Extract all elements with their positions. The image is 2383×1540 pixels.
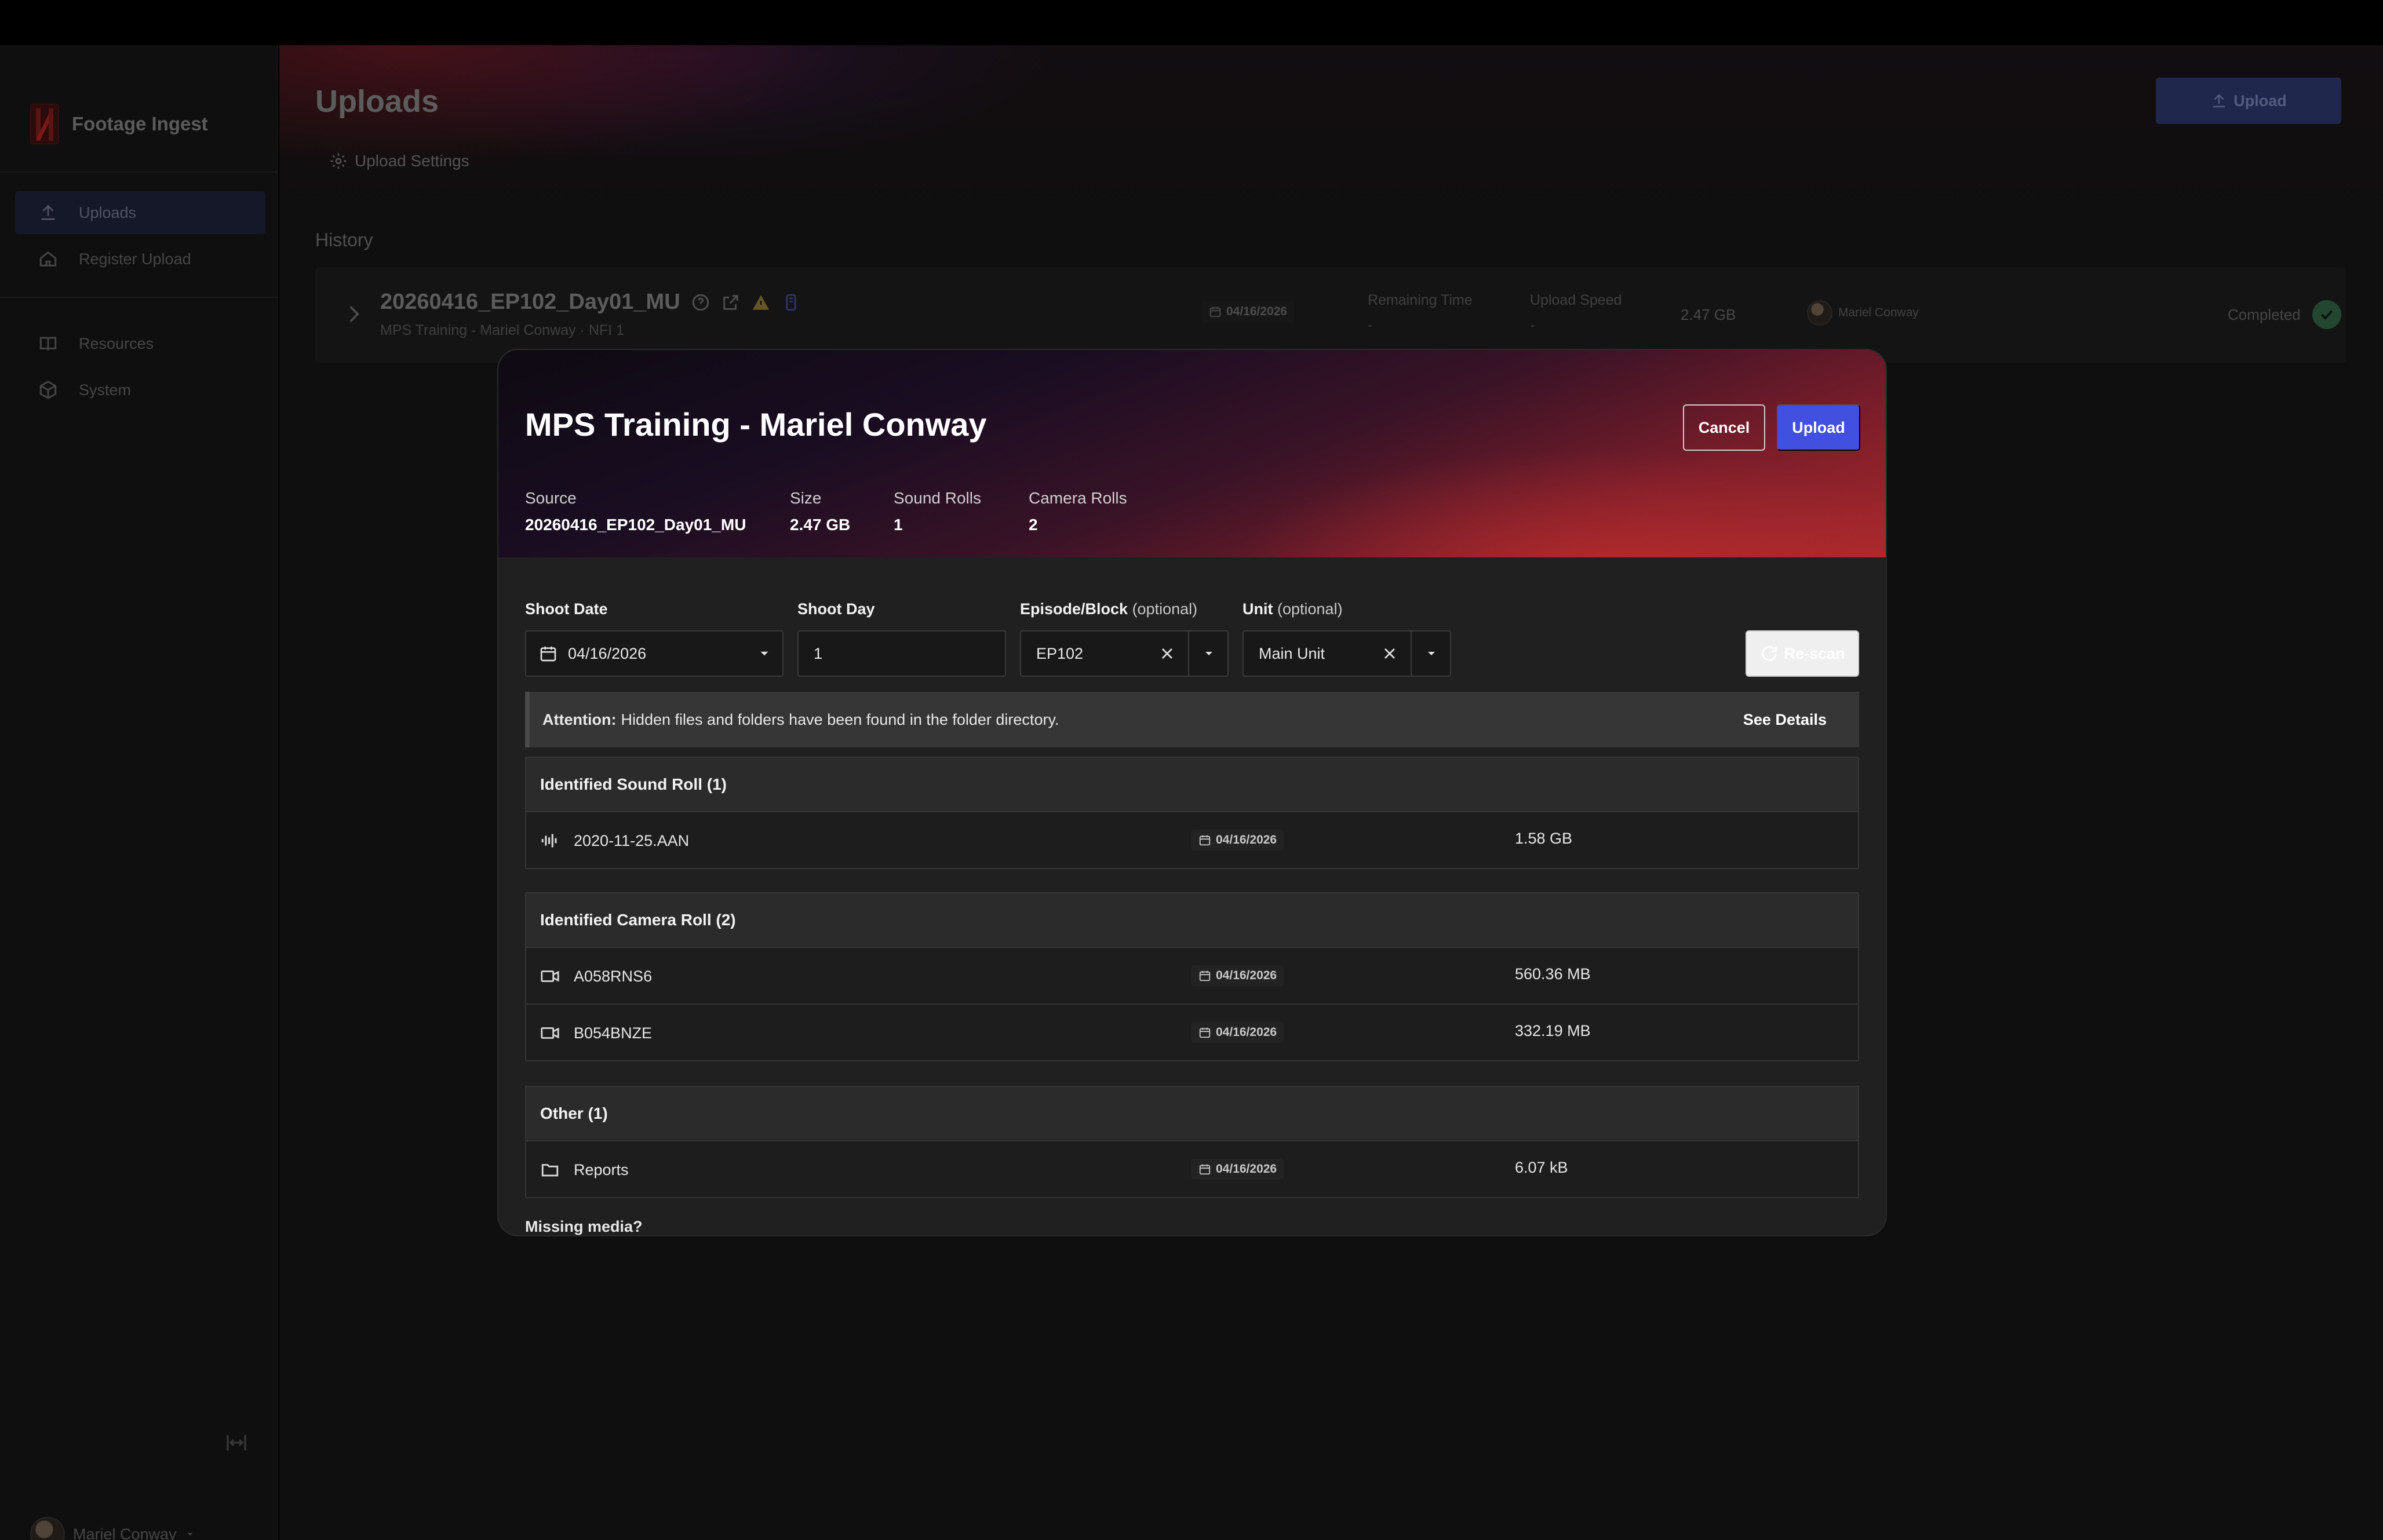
- roll-name: A058RNS6: [574, 968, 653, 985]
- rescan-label: Re-scan: [1784, 644, 1845, 662]
- group-heading: Identified Sound Roll (1): [526, 758, 1858, 811]
- attention-message: Hidden files and folders have been found…: [621, 710, 1059, 728]
- camera-icon: [541, 970, 559, 982]
- clear-icon[interactable]: [1158, 644, 1176, 663]
- shoot-date-value: 04/16/2026: [568, 644, 647, 662]
- cancel-button[interactable]: Cancel: [1683, 404, 1765, 451]
- sound-roll-group: Identified Sound Roll (1) 2020-11-25.AAN…: [525, 757, 1859, 869]
- meta-value: 20260416_EP102_Day01_MU: [525, 516, 746, 534]
- caret-down-icon: [760, 651, 768, 656]
- roll-date: 04/16/2026: [1216, 1162, 1277, 1176]
- meta-size: Size 2.47 GB: [790, 489, 850, 534]
- attention-prefix: Attention:: [542, 710, 617, 728]
- date-chip: 04/16/2026: [1192, 1159, 1284, 1180]
- shoot-day-value: 1: [814, 644, 823, 662]
- dialog-upload-button[interactable]: Upload: [1777, 404, 1860, 451]
- episode-optional: (optional): [1132, 600, 1198, 618]
- roll-size: 6.07 kB: [1515, 1159, 1568, 1176]
- app-window: Footage Ingest Uploads Register Upload R…: [0, 0, 2383, 1540]
- unit-value: Main Unit: [1259, 644, 1325, 662]
- calendar-icon: [1199, 835, 1211, 846]
- roll-date: 04/16/2026: [1216, 833, 1277, 846]
- meta-sound-rolls: Sound Rolls 1: [894, 489, 981, 534]
- shoot-day-label: Shoot Day: [797, 600, 875, 618]
- list-item[interactable]: A058RNS6 04/16/2026 560.36 MB: [526, 947, 1858, 1003]
- calendar-icon: [1199, 1164, 1211, 1175]
- attention-banner: Attention: Hidden files and folders have…: [525, 692, 1859, 747]
- episode-block-label: Episode/Block (optional): [1020, 600, 1197, 618]
- roll-name: 2020-11-25.AAN: [574, 832, 690, 849]
- meta-label: Camera Rolls: [1029, 489, 1127, 507]
- meta-value: 2: [1029, 516, 1038, 534]
- field-divider: [1188, 632, 1189, 676]
- calendar-icon: [540, 647, 556, 662]
- group-heading: Identified Camera Roll (2): [526, 893, 1858, 947]
- field-divider: [1411, 632, 1412, 676]
- unit-label-text: Unit: [1242, 600, 1273, 618]
- roll-name: B054BNZE: [574, 1024, 653, 1042]
- refresh-icon: [1762, 646, 1777, 661]
- roll-name: Reports: [574, 1161, 629, 1178]
- episode-label-text: Episode/Block: [1020, 600, 1128, 618]
- upload-dialog: MPS Training - Mariel Conway Cancel Uplo…: [497, 349, 1887, 1236]
- camera-roll-group: Identified Camera Roll (2) A058RNS6 04/1…: [525, 892, 1859, 1061]
- list-item[interactable]: B054BNZE 04/16/2026 332.19 MB: [526, 1003, 1858, 1060]
- meta-label: Source: [525, 489, 577, 507]
- episode-value: EP102: [1036, 644, 1084, 662]
- calendar-icon: [1199, 970, 1211, 981]
- camera-icon: [541, 1027, 559, 1039]
- date-chip: 04/16/2026: [1192, 1022, 1284, 1043]
- meta-source: Source 20260416_EP102_Day01_MU: [525, 489, 746, 534]
- caret-down-icon[interactable]: [1424, 647, 1438, 660]
- date-chip: 04/16/2026: [1192, 965, 1284, 986]
- other-group: Other (1) Reports 04/16/2026 6.07 kB: [525, 1086, 1859, 1198]
- episode-block-select[interactable]: EP102: [1020, 630, 1229, 677]
- folder-icon: [541, 1164, 559, 1177]
- meta-value: 2.47 GB: [790, 516, 851, 534]
- see-details-link[interactable]: See Details: [1743, 711, 1827, 729]
- missing-media-link[interactable]: Missing media?: [525, 1218, 643, 1235]
- roll-date: 04/16/2026: [1216, 969, 1277, 982]
- clear-icon[interactable]: [1380, 644, 1399, 663]
- roll-size: 560.36 MB: [1515, 965, 1591, 983]
- meta-value: 1: [894, 516, 903, 534]
- rescan-button[interactable]: Re-scan: [1746, 630, 1859, 677]
- unit-label: Unit (optional): [1242, 600, 1343, 618]
- unit-select[interactable]: Main Unit: [1242, 630, 1451, 677]
- meta-label: Size: [790, 489, 822, 507]
- dialog-title: MPS Training - Mariel Conway: [525, 406, 987, 443]
- roll-size: 1.58 GB: [1515, 830, 1573, 847]
- group-heading: Other (1): [526, 1087, 1858, 1140]
- shoot-date-label: Shoot Date: [525, 600, 608, 618]
- shoot-day-input[interactable]: 1: [797, 630, 1006, 677]
- list-item[interactable]: Reports 04/16/2026 6.07 kB: [526, 1140, 1858, 1197]
- meta-label: Sound Rolls: [894, 489, 981, 507]
- caret-down-icon[interactable]: [1202, 647, 1216, 660]
- calendar-icon: [1199, 1027, 1211, 1038]
- unit-optional: (optional): [1277, 600, 1343, 618]
- shoot-date-picker[interactable]: 04/16/2026: [525, 630, 784, 677]
- waveform-icon: [541, 834, 557, 848]
- meta-camera-rolls: Camera Rolls 2: [1029, 489, 1127, 534]
- date-chip: 04/16/2026: [1192, 830, 1284, 851]
- roll-size: 332.19 MB: [1515, 1022, 1591, 1039]
- list-item[interactable]: 2020-11-25.AAN 04/16/2026 1.58 GB: [526, 811, 1858, 868]
- roll-date: 04/16/2026: [1216, 1026, 1277, 1039]
